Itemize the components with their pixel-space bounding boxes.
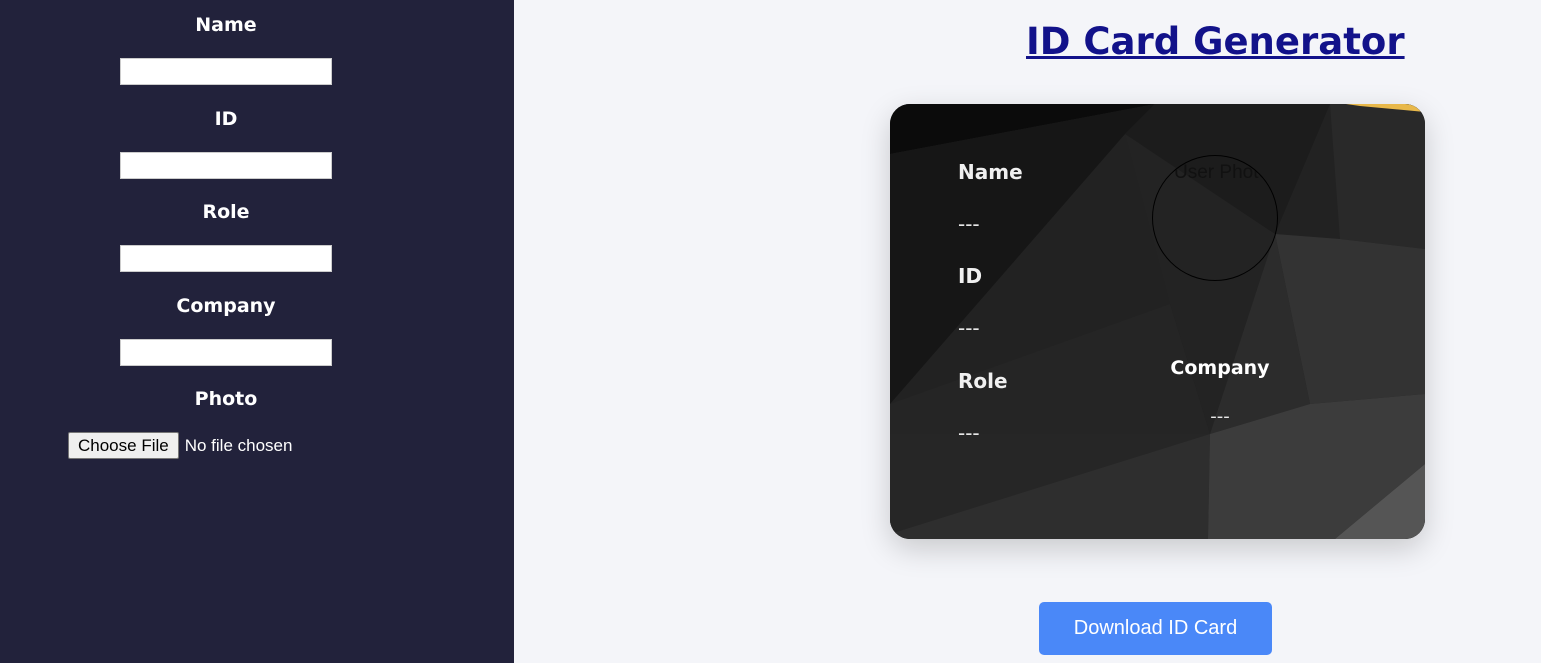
role-label: Role (202, 201, 250, 223)
form-sidebar: Name ID Role Company Photo Choose File N… (0, 0, 514, 663)
name-label: Name (195, 14, 257, 36)
id-input[interactable] (120, 152, 332, 179)
card-name-value: --- (958, 212, 980, 236)
id-card-preview: Name --- ID --- Role --- User Photo Comp… (890, 104, 1425, 539)
role-input[interactable] (120, 245, 332, 272)
id-label: ID (214, 108, 238, 130)
card-id-value: --- (958, 316, 980, 340)
user-photo: User Photo (1152, 155, 1278, 281)
card-id-label: ID (958, 264, 983, 288)
company-label: Company (176, 295, 276, 317)
card-name-label: Name (958, 160, 1023, 184)
card-company-value: --- (1210, 406, 1230, 427)
choose-file-button[interactable]: Choose File (68, 432, 179, 459)
photo-label: Photo (194, 388, 258, 410)
file-status: No file chosen (184, 435, 293, 455)
name-input[interactable] (120, 58, 332, 85)
company-input[interactable] (120, 339, 332, 366)
card-company-label: Company (1170, 357, 1270, 379)
card-role-label: Role (958, 369, 1008, 393)
page-title: ID Card Generator (1026, 20, 1405, 63)
download-id-card-button[interactable]: Download ID Card (1039, 602, 1272, 655)
card-role-value: --- (958, 421, 980, 445)
photo-file-input[interactable]: Choose File No file chosen (68, 432, 292, 459)
